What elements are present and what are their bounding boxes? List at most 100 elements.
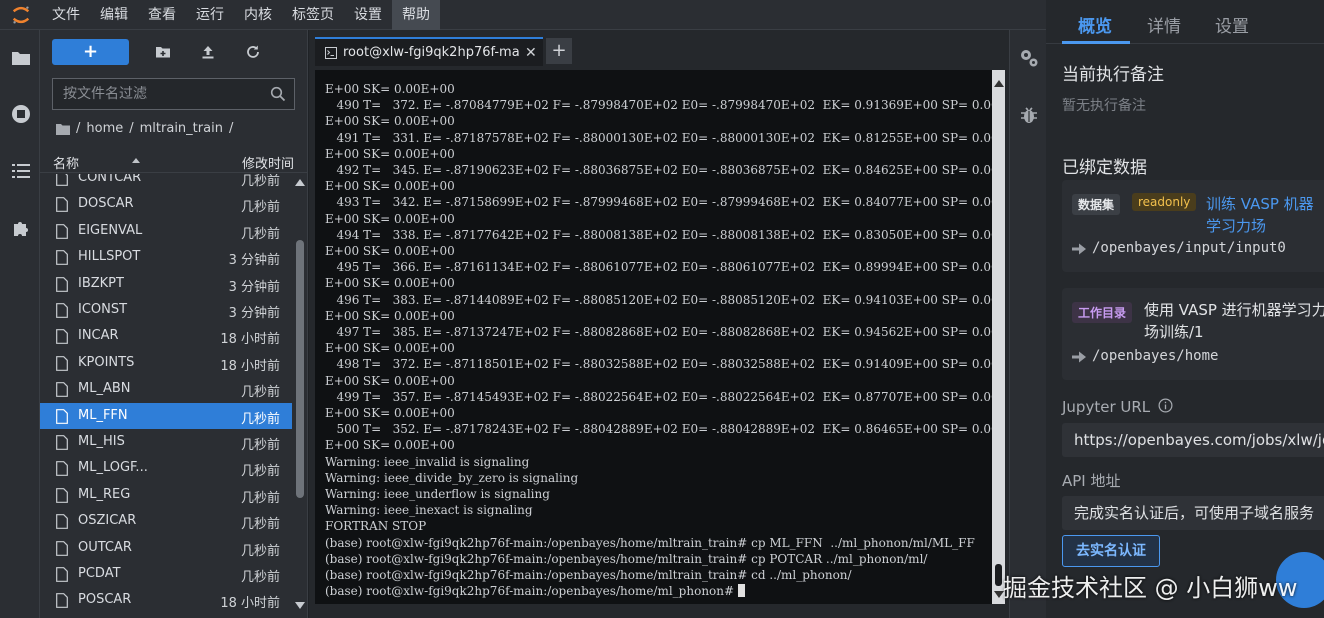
verify-identity-button[interactable]: 去实名认证 bbox=[1062, 535, 1160, 567]
file-row[interactable]: ML_FFN 几秒前 bbox=[40, 402, 292, 429]
activity-bar bbox=[0, 30, 40, 618]
folder-icon[interactable] bbox=[10, 47, 32, 69]
file-row[interactable]: ML_ABN 几秒前 bbox=[40, 376, 292, 402]
tab-terminal[interactable]: root@xlw-fgi9qk2hp76f-main ✕ bbox=[315, 37, 543, 66]
file-row[interactable]: ICONST 3 分钟前 bbox=[40, 297, 292, 323]
file-row[interactable]: IBZKPT 3 分钟前 bbox=[40, 271, 292, 297]
scrollbar-thumb[interactable] bbox=[296, 240, 304, 498]
menu-item[interactable]: 文件 bbox=[42, 0, 90, 30]
file-modified-time: 几秒前 bbox=[240, 174, 280, 189]
new-folder-icon[interactable] bbox=[152, 41, 174, 63]
terminal-line: FORTRAN STOP bbox=[325, 518, 999, 534]
api-address-field: 完成实名认证后，可使用子域名服务 bbox=[1062, 496, 1324, 530]
file-name: HILLSPOT bbox=[78, 249, 141, 265]
file-row[interactable]: CONTCAR 几秒前 bbox=[40, 174, 292, 191]
terminal-line-text: FORTRAN STOP bbox=[325, 519, 427, 534]
file-icon bbox=[56, 303, 68, 318]
file-row[interactable]: KPOINTS 18 小时前 bbox=[40, 350, 292, 376]
scroll-down-icon[interactable] bbox=[295, 602, 305, 609]
file-row[interactable]: DOSCAR 几秒前 bbox=[40, 191, 292, 217]
running-kernels-icon[interactable] bbox=[10, 103, 32, 125]
property-inspector-icon[interactable] bbox=[1019, 48, 1039, 68]
file-icon bbox=[56, 355, 68, 371]
file-row[interactable]: INCAR 18 小时前 bbox=[40, 323, 292, 349]
terminal-scrollbar[interactable] bbox=[992, 70, 1005, 604]
menu-item[interactable]: 内核 bbox=[234, 0, 282, 30]
terminal-line-text: Warning: ieee_inexact is signaling bbox=[325, 503, 533, 518]
terminal-line: 500 T= 352. E= -.87178243E+02 F= -.88042… bbox=[325, 421, 998, 437]
file-row[interactable]: ML_REG 几秒前 bbox=[40, 482, 292, 508]
file-name: ML_REG bbox=[78, 486, 131, 502]
tab-settings[interactable]: 设置 bbox=[1215, 12, 1249, 37]
note-empty-text: 暂无执行备注 bbox=[1062, 98, 1146, 114]
api-address-label: API 地址 bbox=[1062, 472, 1121, 490]
new-launcher-button[interactable]: + bbox=[52, 39, 129, 65]
column-header-modified[interactable]: 修改时间 bbox=[242, 153, 294, 172]
workdir-name-line2[interactable]: 场训练/1 bbox=[1144, 322, 1204, 343]
file-modified-time: 3 分钟前 bbox=[228, 279, 280, 295]
menu-item[interactable]: 帮助 bbox=[392, 0, 440, 30]
terminal-line-text: (base) root@xlw-fgi9qk2hp76f-main:/openb… bbox=[325, 551, 928, 566]
terminal-line: E+00 SK= 0.00E+00 bbox=[325, 308, 999, 324]
file-icon bbox=[56, 593, 68, 609]
file-row[interactable]: ML_LOGF... 几秒前 bbox=[40, 455, 292, 481]
breadcrumb-mltrain-train[interactable]: mltrain_train bbox=[140, 121, 223, 136]
debugger-icon[interactable] bbox=[1019, 105, 1039, 125]
terminal-panel[interactable]: E+00 SK= 0.00E+00 490 T= 372. E= -.87084… bbox=[315, 70, 1005, 604]
terminal-line-text: 498 T= 372. E= -.87118501E+02 F= -.88032… bbox=[325, 357, 999, 372]
file-row[interactable]: HILLSPOT 3 分钟前 bbox=[40, 244, 292, 270]
scrollbar-thumb[interactable] bbox=[995, 564, 1002, 586]
terminal-line-text: Warning: ieee_divide_by_zero is signalin… bbox=[325, 470, 579, 485]
file-row[interactable]: OUTCAR 几秒前 bbox=[40, 535, 292, 561]
terminal-output: E+00 SK= 0.00E+00 490 T= 372. E= -.87084… bbox=[325, 81, 999, 600]
scroll-up-icon[interactable] bbox=[295, 179, 305, 186]
terminal-line-text: E+00 SK= 0.00E+00 bbox=[325, 114, 455, 129]
folder-icon[interactable] bbox=[56, 123, 70, 135]
upload-icon[interactable] bbox=[197, 41, 219, 63]
column-header-name[interactable]: 名称 bbox=[53, 153, 79, 172]
extensions-icon[interactable] bbox=[10, 217, 32, 239]
dataset-name-link[interactable]: 训练 VASP 机器 bbox=[1206, 194, 1314, 215]
file-modified-time: 几秒前 bbox=[240, 490, 280, 506]
menu-item[interactable]: 编辑 bbox=[90, 0, 138, 30]
tab-overview[interactable]: 概览 bbox=[1078, 12, 1112, 37]
file-filter bbox=[52, 78, 295, 110]
add-tab-button[interactable]: + bbox=[546, 38, 572, 64]
file-filter-input[interactable] bbox=[63, 86, 263, 102]
info-icon[interactable] bbox=[1158, 398, 1173, 413]
file-row[interactable]: ML_HIS 几秒前 bbox=[40, 429, 292, 455]
menu-item[interactable]: 运行 bbox=[186, 0, 234, 30]
readonly-badge: readonly bbox=[1132, 193, 1197, 211]
menu-item[interactable]: 标签页 bbox=[282, 0, 344, 30]
menu-item[interactable]: 查看 bbox=[138, 0, 186, 30]
terminal-line: Warning: ieee_underflow is signaling bbox=[325, 486, 999, 502]
file-row[interactable]: EIGENVAL 几秒前 bbox=[40, 218, 292, 244]
jupyter-url-field[interactable]: https://openbayes.com/jobs/xlw/jobs bbox=[1062, 423, 1324, 457]
file-row[interactable]: OSZICAR 几秒前 bbox=[40, 508, 292, 534]
file-modified-time: 3 分钟前 bbox=[228, 253, 280, 269]
table-of-contents-icon[interactable] bbox=[10, 160, 32, 182]
terminal-line-text: E+00 SK= 0.00E+00 bbox=[325, 373, 455, 388]
dataset-name-link-line2[interactable]: 学习力场 bbox=[1206, 216, 1266, 237]
workdir-name[interactable]: 使用 VASP 进行机器学习力 bbox=[1144, 300, 1324, 321]
terminal-line-text: E+00 SK= 0.00E+00 bbox=[325, 179, 455, 194]
breadcrumb-root[interactable]: / bbox=[76, 121, 80, 136]
terminal-line: 494 T= 338. E= -.87177642E+02 F= -.88008… bbox=[325, 227, 998, 243]
file-name: OSZICAR bbox=[78, 513, 137, 529]
file-row[interactable]: PCDAT 几秒前 bbox=[40, 561, 292, 587]
right-activity-bar bbox=[1009, 30, 1046, 618]
tab-details[interactable]: 详情 bbox=[1147, 12, 1181, 37]
sort-ascending-icon bbox=[132, 158, 140, 163]
scroll-up-icon[interactable] bbox=[994, 80, 1004, 87]
file-row[interactable]: POSCAR 18 小时前 bbox=[40, 587, 292, 613]
breadcrumb-home[interactable]: home bbox=[86, 121, 123, 136]
terminal-line-text: 490 T= 372. E= -.87084779E+02 F= -.87998… bbox=[325, 98, 999, 113]
file-list-scrollbar[interactable] bbox=[294, 176, 306, 612]
info-panel: 概览 详情 设置 当前执行备注 暂无执行备注 已绑定数据 数据集 readonl… bbox=[1046, 0, 1324, 618]
close-icon[interactable]: ✕ bbox=[525, 45, 537, 61]
terminal-line: E+00 SK= 0.00E+00 bbox=[325, 437, 999, 453]
menu-item[interactable]: 设置 bbox=[344, 0, 392, 30]
terminal-line: (base) root@xlw-fgi9qk2hp76f-main:/openb… bbox=[325, 535, 999, 551]
file-icon bbox=[56, 250, 68, 266]
refresh-icon[interactable] bbox=[242, 41, 264, 63]
